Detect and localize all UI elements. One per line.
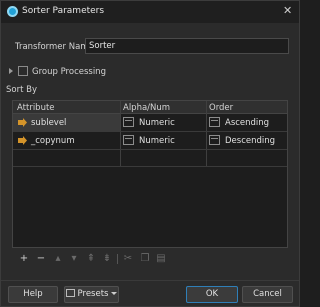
alpha-num-cell[interactable]: Numeric [120,114,206,131]
presets-button[interactable]: Presets [64,286,119,303]
attribute-value: sublevel [31,118,67,128]
cancel-button[interactable]: Cancel [242,286,293,303]
attribute-cell[interactable]: sublevel [13,114,120,131]
table-row[interactable]: sublevel Numeric Ascending [13,114,287,132]
window-title: Sorter Parameters [22,6,105,16]
alpha-num-cell[interactable]: Numeric [120,132,206,149]
order-value: Descending [225,136,276,146]
table-row[interactable]: _copynum Numeric Descending [13,132,287,150]
remove-icon[interactable]: − [36,254,46,264]
presets-icon [65,289,75,297]
help-button[interactable]: Help [8,286,58,303]
alpha-num-value: Numeric [139,118,175,128]
move-up-icon[interactable]: ▴ [53,254,63,264]
group-processing-label: Group Processing [32,67,106,77]
dropdown-box-icon [123,117,134,127]
dropdown-box-icon [209,117,220,127]
dialog-window: Sorter Parameters ✕ Transformer Name: So… [0,0,300,307]
sort-by-label: Sort By [6,85,37,95]
order-cell[interactable]: Descending [206,132,287,149]
cut-icon[interactable]: ✂ [123,254,133,264]
column-header-order[interactable]: Order [209,103,233,113]
attribute-icon [18,118,27,127]
move-top-icon[interactable]: ⇞ [86,254,96,264]
add-icon[interactable]: + [19,254,29,264]
attribute-icon [18,136,27,145]
move-bottom-icon[interactable]: ⇟ [102,254,112,264]
paste-icon[interactable]: ▤ [156,254,166,264]
ok-button[interactable]: OK [186,286,238,303]
close-icon[interactable]: ✕ [283,5,292,16]
dropdown-box-icon [123,135,134,145]
attribute-value: _copynum [31,136,75,146]
move-down-icon[interactable]: ▾ [69,254,79,264]
sort-table: Attribute Alpha/Num Order sublevel Numer… [12,100,288,248]
column-header-alpha-num[interactable]: Alpha/Num [123,103,170,113]
order-cell[interactable]: Ascending [206,114,287,131]
order-value: Ascending [225,118,270,128]
empty-table-row[interactable] [13,150,287,167]
toolbar-divider [117,254,118,264]
dropdown-box-icon [209,135,220,145]
title-bar: Sorter Parameters ✕ [1,1,299,23]
column-header-attribute[interactable]: Attribute [17,103,55,113]
attribute-cell[interactable]: _copynum [13,132,120,149]
alpha-num-value: Numeric [139,136,175,146]
group-processing-checkbox[interactable] [18,66,28,76]
app-icon [7,6,18,17]
presets-label: Presets [77,289,109,299]
table-header: Attribute Alpha/Num Order [13,101,287,114]
expand-arrow-icon[interactable] [9,68,13,74]
copy-icon[interactable]: ❐ [140,254,150,264]
transformer-name-input[interactable]: Sorter [85,38,289,54]
footer-divider [1,280,299,281]
chevron-down-icon [111,292,118,295]
